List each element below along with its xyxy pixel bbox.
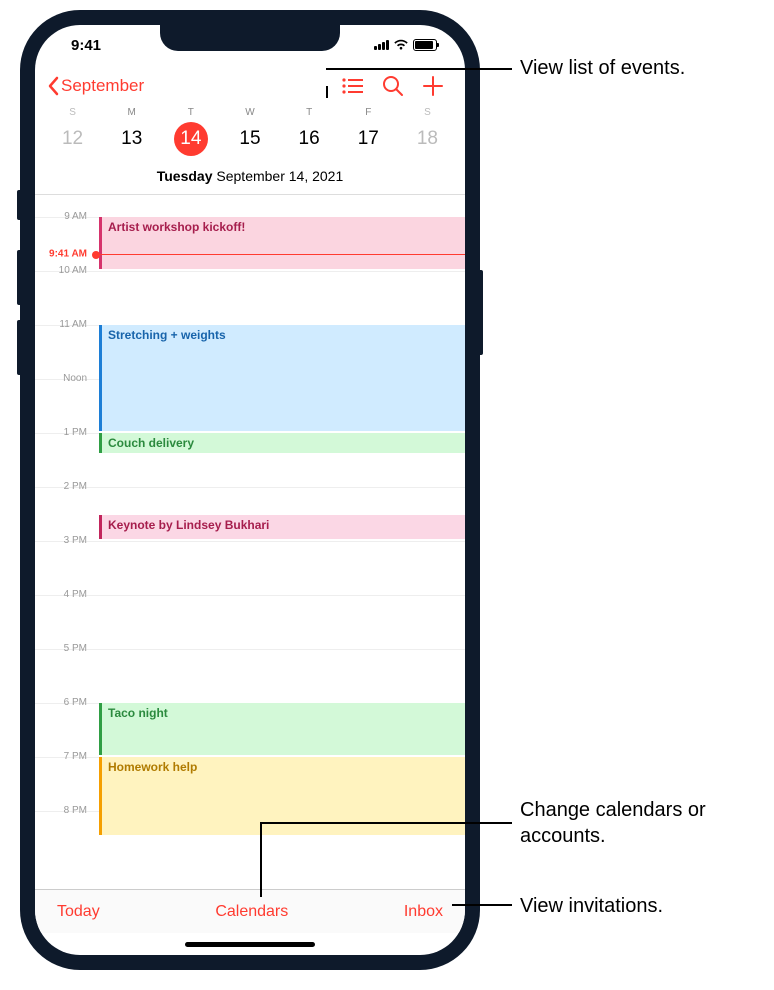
power-button <box>480 270 483 355</box>
volume-up-button <box>17 250 20 305</box>
callout-line <box>326 86 328 98</box>
hour-label: 1 PM <box>35 427 93 438</box>
calendar-event[interactable]: Taco night <box>99 703 465 755</box>
day-number[interactable]: 16 <box>280 122 339 156</box>
callout-line <box>260 822 512 824</box>
weekday-letter: S <box>398 107 457 118</box>
calendar-event[interactable]: Artist workshop kickoff! <box>99 217 465 269</box>
add-event-button[interactable] <box>413 70 453 102</box>
now-indicator <box>97 254 465 255</box>
callout-line <box>260 875 262 897</box>
callout-line <box>452 904 512 906</box>
list-view-button[interactable] <box>333 70 373 102</box>
day-number[interactable]: 12 <box>43 122 102 156</box>
calendar-event[interactable]: Keynote by Lindsey Bukhari <box>99 515 465 539</box>
list-icon <box>342 78 364 94</box>
callout-inbox: View invitations. <box>520 893 663 919</box>
hour-label: 10 AM <box>35 265 93 276</box>
day-number-row: 12131415161718 <box>35 118 465 164</box>
day-number[interactable]: 15 <box>220 122 279 156</box>
bottom-toolbar: Today Calendars Inbox <box>35 889 465 933</box>
callout-calendars: Change calendars or accounts. <box>520 797 774 849</box>
weekday-letter: F <box>339 107 398 118</box>
callout-list-events: View list of events. <box>520 55 685 81</box>
back-button[interactable]: September <box>47 76 144 96</box>
hour-line: 3 PM <box>35 541 465 595</box>
day-timeline[interactable]: 9 AM10 AM11 AMNoon1 PM2 PM3 PM4 PM5 PM6 … <box>35 195 465 889</box>
weekday-letter: W <box>220 107 279 118</box>
hour-line: 5 PM <box>35 649 465 703</box>
day-number[interactable]: 14 <box>161 122 220 156</box>
weekday-letter: T <box>161 107 220 118</box>
weekday-letter: T <box>280 107 339 118</box>
now-label: 9:41 AM <box>35 249 93 260</box>
day-number[interactable]: 18 <box>398 122 457 156</box>
hour-label: 2 PM <box>35 481 93 492</box>
home-indicator[interactable] <box>35 933 465 955</box>
weekday-letter: S <box>43 107 102 118</box>
chevron-left-icon <box>47 76 59 96</box>
plus-icon <box>422 75 444 97</box>
back-label: September <box>61 76 144 96</box>
date-header: Tuesday September 14, 2021 <box>35 164 465 195</box>
nav-bar: September <box>35 65 465 107</box>
search-button[interactable] <box>373 70 413 102</box>
hour-label: 5 PM <box>35 643 93 654</box>
volume-down-button <box>17 320 20 375</box>
weekday-letter: M <box>102 107 161 118</box>
hour-line: 4 PM <box>35 595 465 649</box>
calendar-event[interactable]: Couch delivery <box>99 433 465 453</box>
screen: 9:41 September <box>35 25 465 955</box>
phone-frame: 9:41 September <box>20 10 480 970</box>
hour-label: 6 PM <box>35 697 93 708</box>
callout-line <box>260 822 262 875</box>
calendar-event[interactable]: Stretching + weights <box>99 325 465 431</box>
weekday-row: SMTWTFS <box>35 107 465 118</box>
hour-label: 7 PM <box>35 751 93 762</box>
hour-label: 3 PM <box>35 535 93 546</box>
today-button[interactable]: Today <box>57 903 100 921</box>
notch <box>160 25 340 51</box>
wifi-icon <box>393 39 409 51</box>
date-header-rest: September 14, 2021 <box>213 168 344 184</box>
day-number[interactable]: 13 <box>102 122 161 156</box>
search-icon <box>382 75 404 97</box>
date-header-dow: Tuesday <box>157 168 213 184</box>
status-time: 9:41 <box>63 37 101 54</box>
hour-label: Noon <box>35 373 93 384</box>
day-number[interactable]: 17 <box>339 122 398 156</box>
status-indicators <box>374 39 437 51</box>
hour-label: 4 PM <box>35 589 93 600</box>
cellular-icon <box>374 40 389 50</box>
inbox-button[interactable]: Inbox <box>404 903 443 921</box>
hour-line: 10 AM <box>35 271 465 325</box>
hour-label: 11 AM <box>35 319 93 330</box>
calendars-button[interactable]: Calendars <box>215 903 288 921</box>
callout-line <box>326 68 512 70</box>
hour-label: 9 AM <box>35 211 93 222</box>
mute-switch <box>17 190 20 220</box>
hour-label: 8 PM <box>35 805 93 816</box>
battery-icon <box>413 39 437 51</box>
